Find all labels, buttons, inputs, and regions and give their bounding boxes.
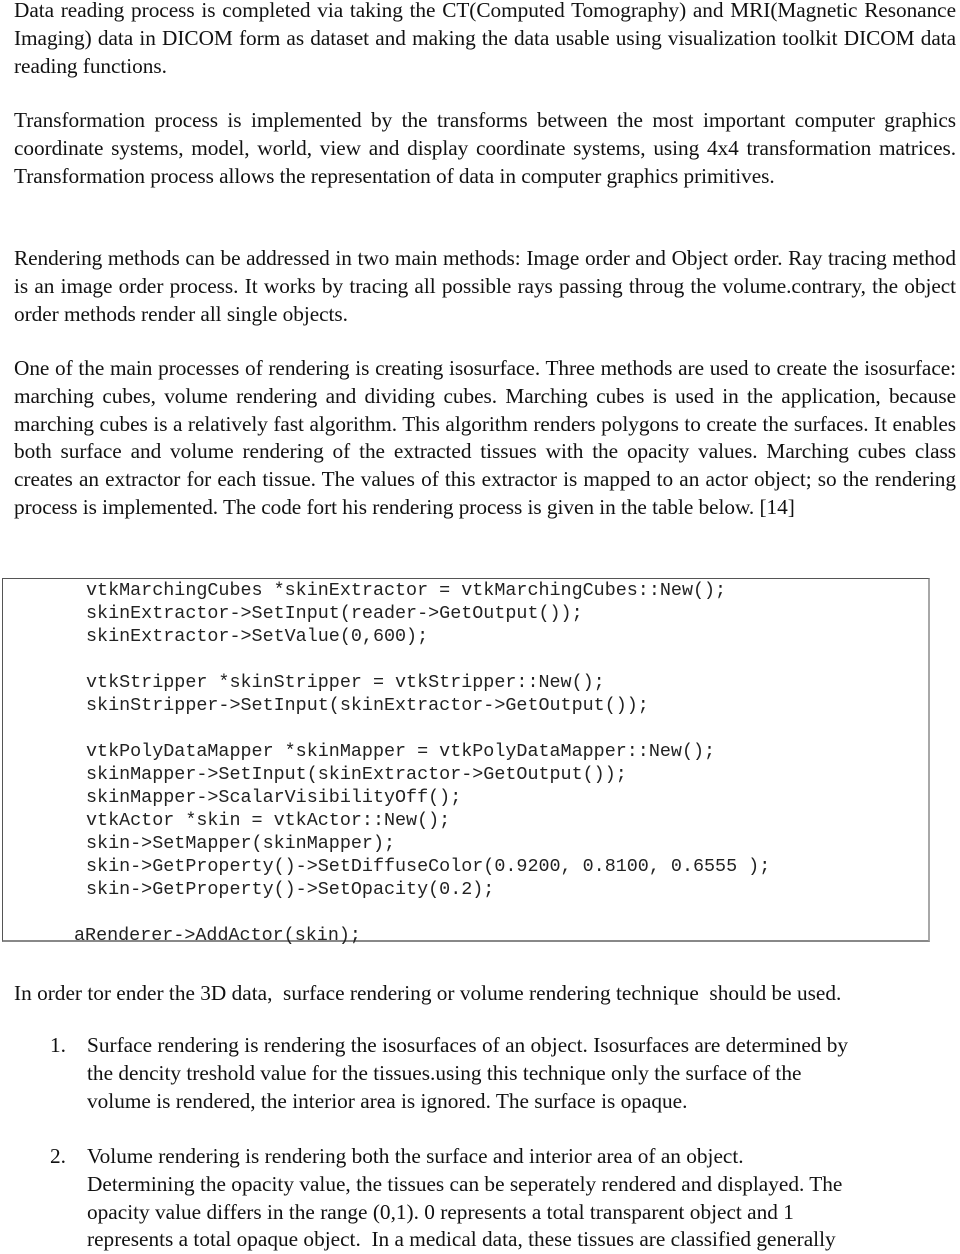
code-line: skinMapper->SetInput(skinExtractor->GetO…	[86, 764, 627, 785]
list-text-line: represents a total opaque object. In a m…	[87, 1227, 836, 1252]
list-text-line: Surface rendering is rendering the isosu…	[87, 1033, 849, 1057]
code-line: skinMapper->ScalarVisibilityOff();	[86, 787, 462, 808]
list-item-text: Volume rendering is rendering both the s…	[87, 1143, 960, 1254]
code-line: skin->GetProperty()->SetDiffuseColor(0.9…	[86, 856, 771, 877]
paragraph-data-reading: Data reading process is completed via ta…	[14, 0, 956, 78]
code-line: aRenderer->AddActor(skin);	[74, 925, 361, 946]
code-line: vtkStripper *skinStripper = vtkStripper:…	[86, 672, 605, 693]
code-table: vtkMarchingCubes *skinExtractor = vtkMar…	[2, 578, 930, 946]
paragraph-render-3d: In order tor ender the 3D data, surface …	[14, 981, 842, 1005]
code-line: skinStripper->SetInput(skinExtractor->Ge…	[86, 695, 649, 716]
list-number: 1.	[50, 1033, 66, 1057]
list-number: 2.	[50, 1144, 66, 1168]
code-line: skinExtractor->SetValue(0,600);	[86, 626, 429, 647]
code-line: skin->GetProperty()->SetOpacity(0.2);	[86, 879, 495, 900]
code-line: vtkActor *skin = vtkActor::New();	[86, 810, 451, 831]
list-text-line: Volume rendering is rendering both the s…	[87, 1144, 744, 1168]
list-text-line: opacity value differs in the range (0,1)…	[87, 1199, 794, 1224]
list-text-line: the dencity treshold value for the tissu…	[87, 1060, 802, 1085]
code-line: skinExtractor->SetInput(reader->GetOutpu…	[86, 603, 583, 624]
list-text-line: Determining the opacity value, the tissu…	[87, 1171, 843, 1196]
list-item-text: Surface rendering is rendering the isosu…	[87, 1032, 960, 1115]
code-line: vtkMarchingCubes *skinExtractor = vtkMar…	[86, 580, 727, 601]
code-line: skin->SetMapper(skinMapper);	[86, 833, 396, 854]
paragraph-rendering-methods: Rendering methods can be addressed in tw…	[14, 246, 956, 326]
paragraph-isosurface: One of the main processes of rendering i…	[14, 356, 956, 519]
paragraph-transformation: Transformation process is implemented by…	[14, 108, 956, 188]
list-text-line: volume is rendered, the interior area is…	[87, 1088, 688, 1113]
code-line: vtkPolyDataMapper *skinMapper = vtkPolyD…	[86, 741, 716, 762]
